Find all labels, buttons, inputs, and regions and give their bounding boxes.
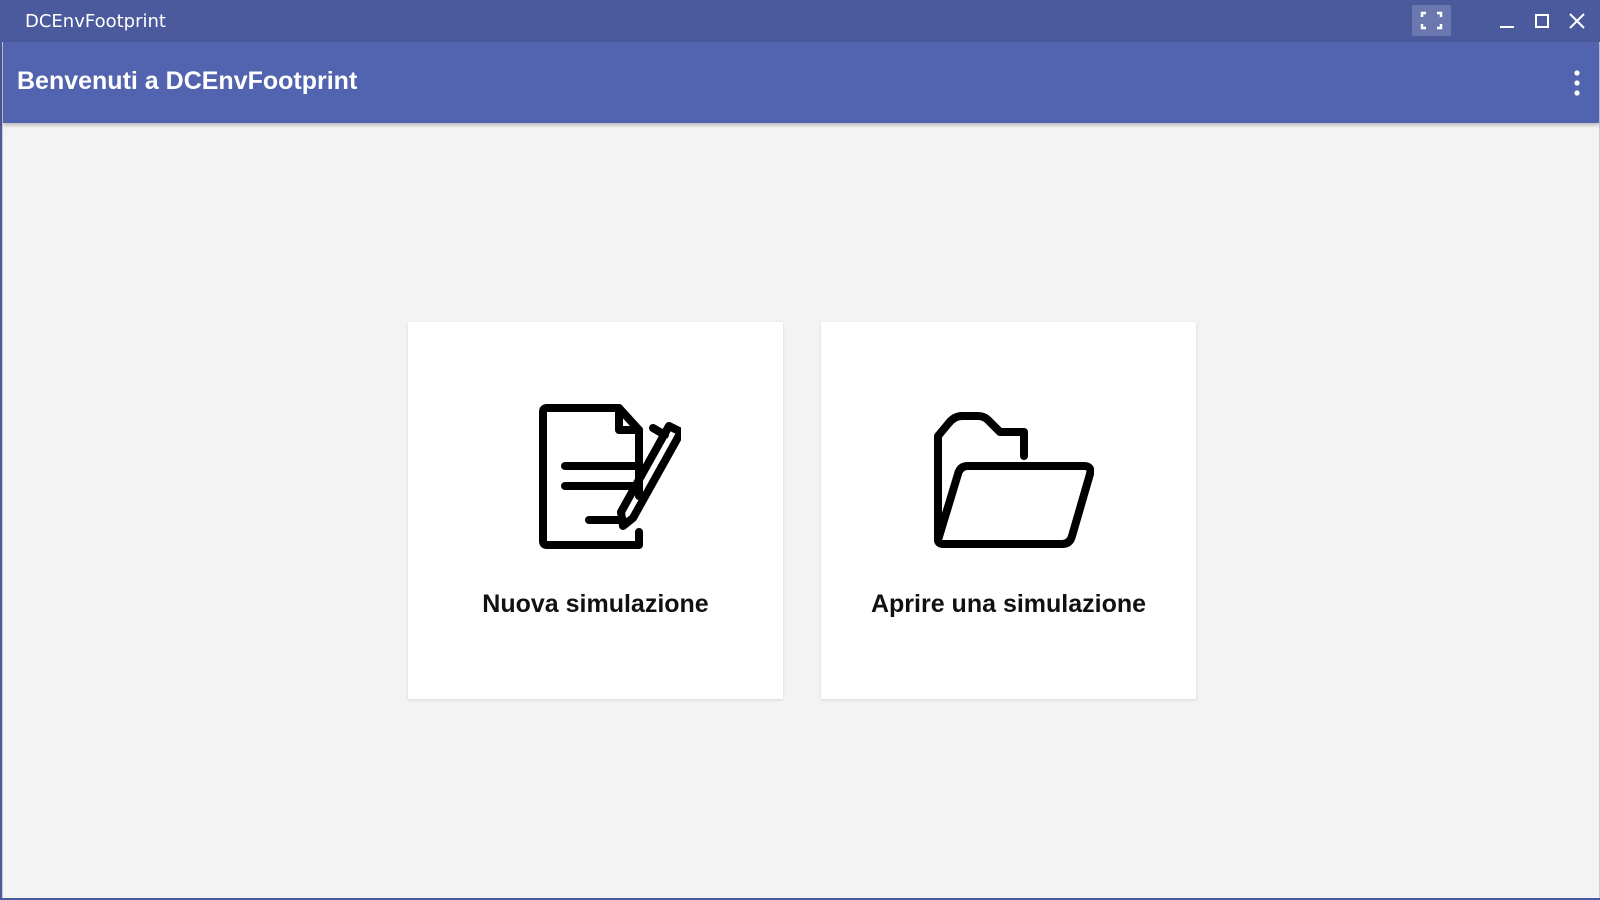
page-title: Benvenuti a DCEnvFootprint	[17, 67, 358, 95]
fullscreen-icon	[1420, 11, 1443, 30]
app-content: Benvenuti a DCEnvFootprint Nuova simulaz…	[2, 42, 1600, 898]
app-window: DCEnvFootprint Benvenuti a DCEnvFootprin…	[0, 0, 1600, 900]
close-button[interactable]	[1562, 6, 1592, 36]
title-bar[interactable]: DCEnvFootprint	[0, 0, 1600, 42]
minimize-button[interactable]	[1492, 6, 1522, 36]
fullscreen-button[interactable]	[1412, 5, 1451, 36]
more-vertical-icon	[1574, 70, 1580, 96]
window-title: DCEnvFootprint	[25, 11, 166, 32]
more-options-button[interactable]	[1563, 64, 1591, 102]
document-edit-icon	[538, 404, 685, 549]
open-simulation-card[interactable]: Aprire una simulazione	[821, 322, 1196, 699]
open-folder-icon	[933, 412, 1094, 548]
close-icon	[1569, 13, 1585, 29]
new-simulation-label: Nuova simulazione	[482, 590, 709, 618]
new-simulation-card[interactable]: Nuova simulazione	[408, 322, 783, 699]
open-simulation-label: Aprire una simulazione	[870, 590, 1147, 618]
app-header: Benvenuti a DCEnvFootprint	[3, 42, 1599, 123]
maximize-button[interactable]	[1527, 6, 1557, 36]
minimize-icon	[1500, 26, 1514, 28]
maximize-icon	[1535, 14, 1549, 28]
